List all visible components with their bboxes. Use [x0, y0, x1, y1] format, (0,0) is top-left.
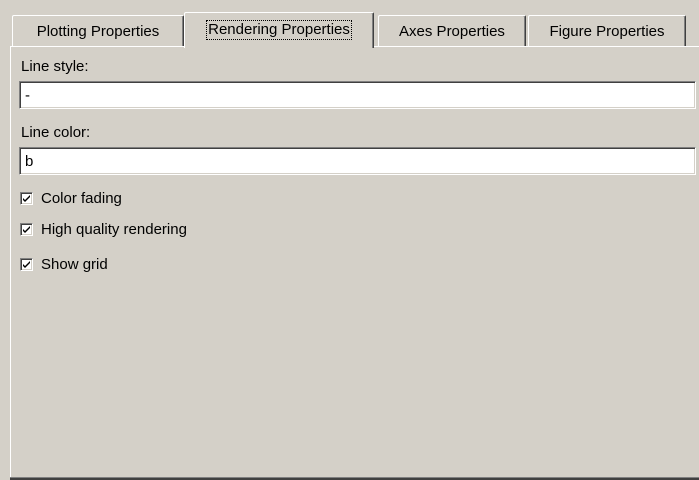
color-fading-checkbox-row[interactable]: Color fading [20, 189, 122, 207]
high-quality-rendering-checkbox[interactable] [20, 222, 33, 236]
line-color-value: b [25, 153, 34, 170]
rendering-properties-dialog: Plotting Properties Rendering Properties… [0, 0, 699, 480]
show-grid-checkbox[interactable] [20, 257, 33, 271]
checkmark-icon [23, 225, 30, 233]
line-style-value: - [25, 87, 30, 104]
color-fading-checkbox[interactable] [20, 191, 33, 205]
line-style-label: Line style: [21, 58, 89, 75]
tab-label: Figure Properties [549, 23, 665, 40]
high-quality-rendering-checkbox-row[interactable]: High quality rendering [20, 220, 187, 238]
tab-rendering-properties[interactable]: Rendering Properties [184, 12, 374, 48]
high-quality-rendering-label: High quality rendering [41, 220, 187, 238]
tab-figure-properties[interactable]: Figure Properties [528, 15, 686, 46]
checkmark-icon [23, 194, 30, 202]
line-color-input[interactable]: b [19, 147, 696, 175]
color-fading-label: Color fading [41, 189, 122, 207]
focus-ring: Rendering Properties [206, 20, 352, 40]
tab-panel [10, 46, 699, 480]
line-color-label: Line color: [21, 124, 91, 141]
line-style-input[interactable]: - [19, 81, 696, 109]
checkmark-icon [23, 260, 30, 268]
show-grid-label: Show grid [41, 255, 108, 273]
tab-label: Axes Properties [399, 23, 505, 40]
tab-label: Plotting Properties [36, 23, 160, 40]
tab-axes-properties[interactable]: Axes Properties [378, 15, 526, 46]
show-grid-checkbox-row[interactable]: Show grid [20, 255, 108, 273]
tab-plotting-properties[interactable]: Plotting Properties [12, 15, 184, 46]
tab-label: Rendering Properties [185, 20, 373, 40]
